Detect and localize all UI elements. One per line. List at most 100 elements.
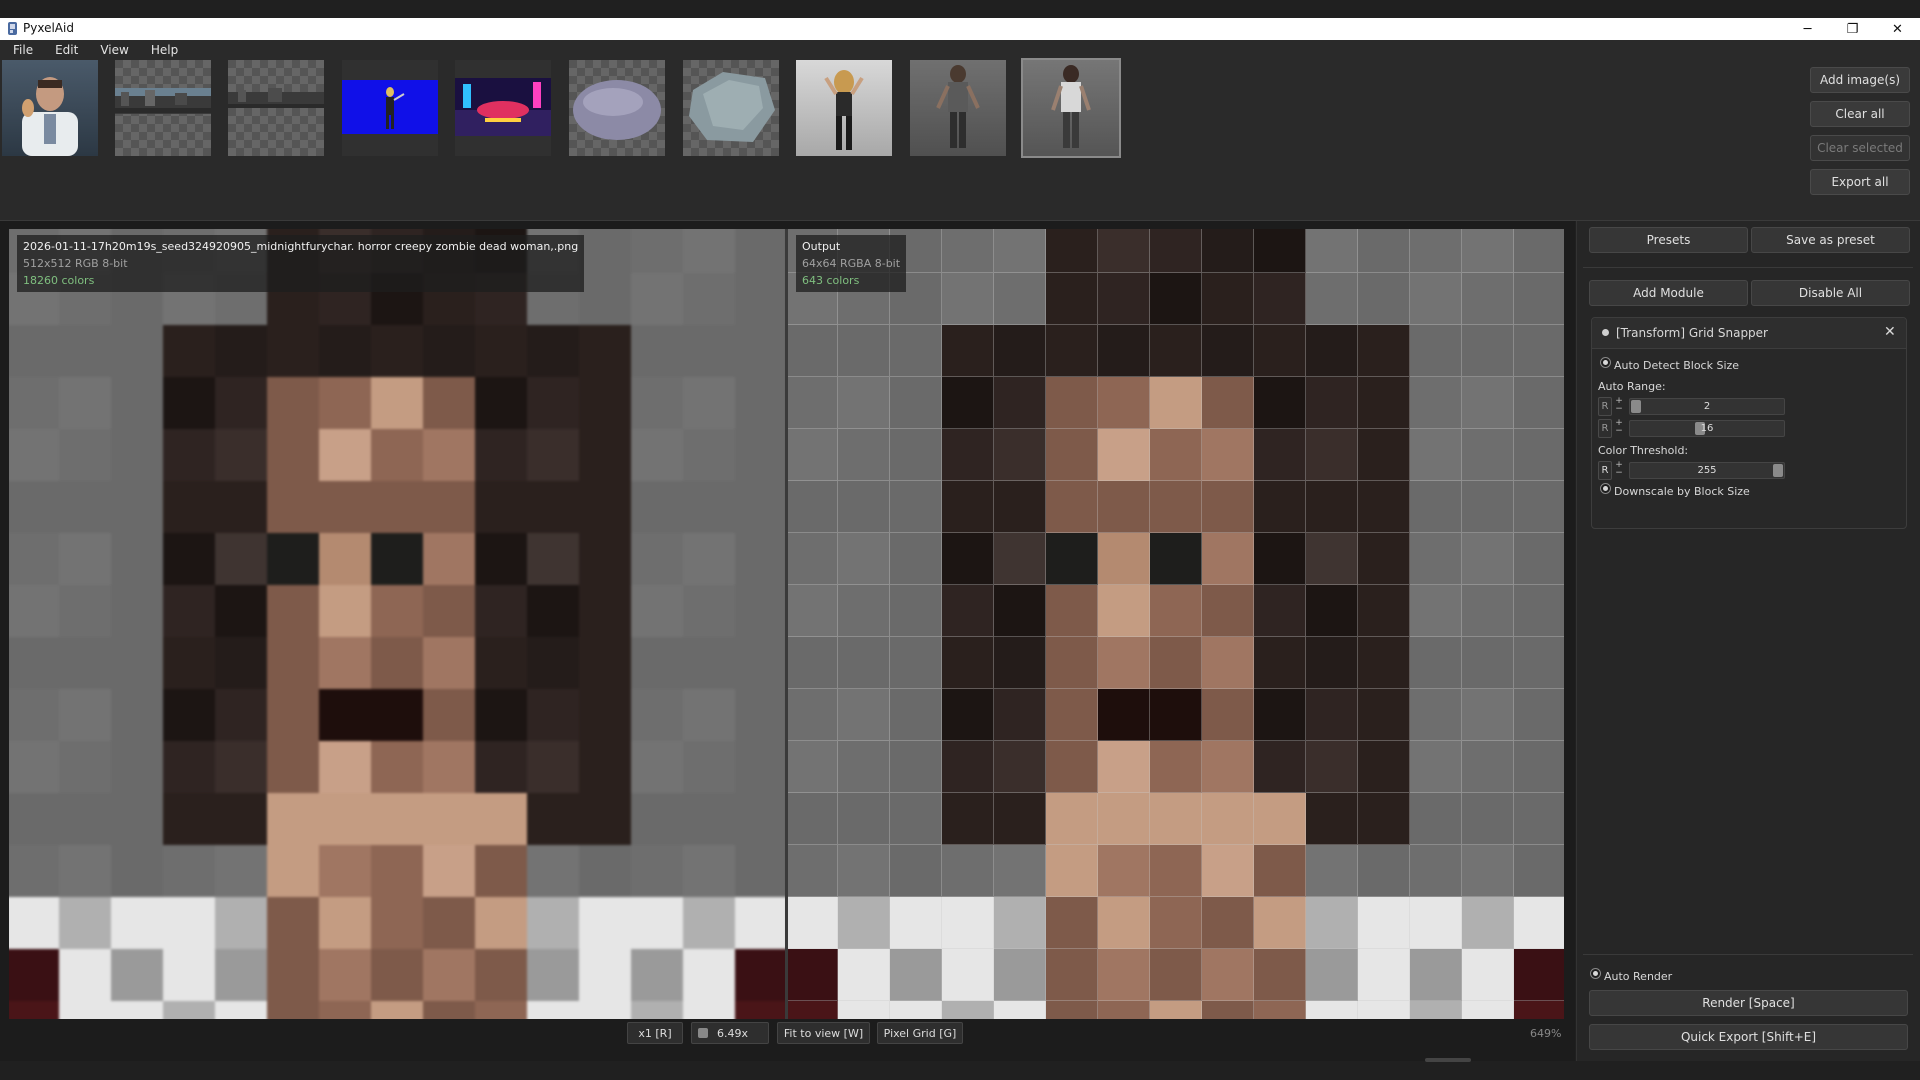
image-pixel-block: [735, 481, 785, 533]
range-max-slider[interactable]: 16: [1629, 420, 1785, 437]
fit-to-view-button[interactable]: Fit to view [W]: [777, 1022, 870, 1044]
range-min-slider[interactable]: 2: [1629, 398, 1785, 415]
image-pixel-block: [1098, 1001, 1150, 1019]
module-header[interactable]: [Transform] Grid Snapper ✕: [1592, 318, 1906, 349]
image-pixel-block: [994, 793, 1046, 845]
thumbnail-rock[interactable]: [683, 60, 779, 156]
menu-help[interactable]: Help: [138, 40, 187, 60]
image-pixel-block: [527, 845, 579, 897]
horizontal-scrollbar[interactable]: [1425, 1058, 1471, 1062]
image-pixel-block: [267, 845, 319, 897]
quick-export-button[interactable]: Quick Export [Shift+E]: [1589, 1024, 1908, 1050]
image-pixel-block: [527, 793, 579, 845]
range-min-stepper[interactable]: + −: [1613, 397, 1625, 414]
thumbnail-blue-screen-figure[interactable]: [342, 60, 438, 156]
color-threshold-stepper[interactable]: + −: [1613, 461, 1625, 478]
image-pixel-block: [1410, 585, 1462, 637]
image-pixel-block: [319, 1001, 371, 1019]
menu-file[interactable]: File: [0, 40, 42, 60]
image-pixel-block: [215, 1001, 267, 1019]
image-pixel-block: [371, 585, 423, 637]
image-pixel-block: [735, 325, 785, 377]
input-image-view[interactable]: 2026-01-11-17h20m19s_seed324920905_midni…: [9, 229, 785, 1019]
image-pixel-block: [59, 845, 111, 897]
range-max-stepper[interactable]: + −: [1613, 419, 1625, 436]
image-pixel-block: [1254, 897, 1306, 949]
pixel-grid-button[interactable]: Pixel Grid [G]: [877, 1022, 963, 1044]
image-pixel-block: [267, 481, 319, 533]
minus-icon[interactable]: −: [1613, 427, 1625, 436]
image-pixel-block: [1150, 845, 1202, 897]
image-pixel-block: [1254, 325, 1306, 377]
thumbnail-zombie-2-selected[interactable]: [1021, 58, 1121, 158]
image-pixel-block: [1202, 229, 1254, 273]
image-pixel-block: [788, 585, 838, 637]
range-min-reset[interactable]: R: [1598, 397, 1612, 416]
image-pixel-block: [838, 897, 890, 949]
presets-button[interactable]: Presets: [1589, 227, 1748, 253]
minus-icon[interactable]: −: [1613, 469, 1625, 478]
divider: [1583, 954, 1913, 955]
image-pixel-block: [59, 637, 111, 689]
module-enabled-dot-icon[interactable]: [1602, 329, 1609, 336]
image-pixel-block: [9, 637, 59, 689]
image-pixel-block: [1150, 533, 1202, 585]
image-pixel-block: [1358, 845, 1410, 897]
image-pixel-block: [994, 377, 1046, 429]
image-pixel-block: [371, 481, 423, 533]
zoom-field[interactable]: 6.49x: [691, 1022, 769, 1044]
clear-all-button[interactable]: Clear all: [1810, 101, 1910, 127]
export-all-button[interactable]: Export all: [1810, 169, 1910, 195]
image-pixel-block: [994, 897, 1046, 949]
image-pixel-block: [371, 897, 423, 949]
thumbnail-scientist[interactable]: [2, 60, 98, 156]
color-threshold-reset[interactable]: R: [1598, 461, 1612, 480]
image-pixel-block: [1254, 481, 1306, 533]
save-as-preset-button[interactable]: Save as preset: [1751, 227, 1910, 253]
image-pixel-block: [1202, 845, 1254, 897]
scale-button[interactable]: x1 [R]: [627, 1022, 683, 1044]
image-pixel-block: [579, 325, 631, 377]
image-pixel-block: [890, 533, 942, 585]
clear-selected-button[interactable]: Clear selected: [1810, 135, 1910, 161]
downscale-label: Downscale by Block Size: [1614, 485, 1750, 498]
thumbnail-neon-car[interactable]: [455, 60, 551, 156]
add-module-button[interactable]: Add Module: [1589, 280, 1748, 306]
image-pixel-block: [683, 689, 735, 741]
minus-icon[interactable]: −: [1613, 405, 1625, 414]
menu-view[interactable]: View: [87, 40, 137, 60]
image-pixel-block: [475, 429, 527, 481]
main-canvas-area: 2026-01-11-17h20m19s_seed324920905_midni…: [0, 221, 1575, 1061]
auto-render-radio[interactable]: [1590, 968, 1601, 979]
image-pixel-block: [111, 793, 163, 845]
render-button[interactable]: Render [Space]: [1589, 990, 1908, 1016]
image-pixel-block: [890, 741, 942, 793]
range-max-reset[interactable]: R: [1598, 419, 1612, 438]
image-pixel-block: [475, 377, 527, 429]
thumbnail-stone-round[interactable]: [569, 60, 665, 156]
restore-button[interactable]: ❐: [1830, 18, 1875, 40]
color-threshold-slider[interactable]: 255: [1629, 462, 1785, 479]
close-window-button[interactable]: ✕: [1875, 18, 1920, 40]
disable-all-button[interactable]: Disable All: [1751, 280, 1910, 306]
downscale-radio[interactable]: [1600, 483, 1611, 494]
menu-edit[interactable]: Edit: [42, 40, 87, 60]
minimize-button[interactable]: ─: [1785, 18, 1830, 40]
thumbnail-dancer-woman[interactable]: [796, 60, 892, 156]
top-strip: [0, 0, 1920, 18]
image-pixel-block: [1098, 741, 1150, 793]
thumbnail-zombie-1[interactable]: [910, 60, 1006, 156]
image-pixel-block: [1046, 481, 1098, 533]
auto-detect-radio[interactable]: [1600, 357, 1611, 368]
thumbnail-cityscape-1[interactable]: [115, 60, 211, 156]
image-pixel-block: [994, 637, 1046, 689]
thumbnail-cityscape-2[interactable]: [228, 60, 324, 156]
image-pixel-block: [1202, 585, 1254, 637]
image-pixel-block: [1462, 949, 1514, 1001]
close-icon[interactable]: ✕: [1884, 324, 1896, 340]
output-image-view[interactable]: Output 64x64 RGBA 8-bit 643 colors: [788, 229, 1564, 1019]
image-pixel-block: [111, 429, 163, 481]
image-pixel-block: [1358, 793, 1410, 845]
image-pixel-block: [319, 325, 371, 377]
add-images-button[interactable]: Add image(s): [1810, 67, 1910, 93]
